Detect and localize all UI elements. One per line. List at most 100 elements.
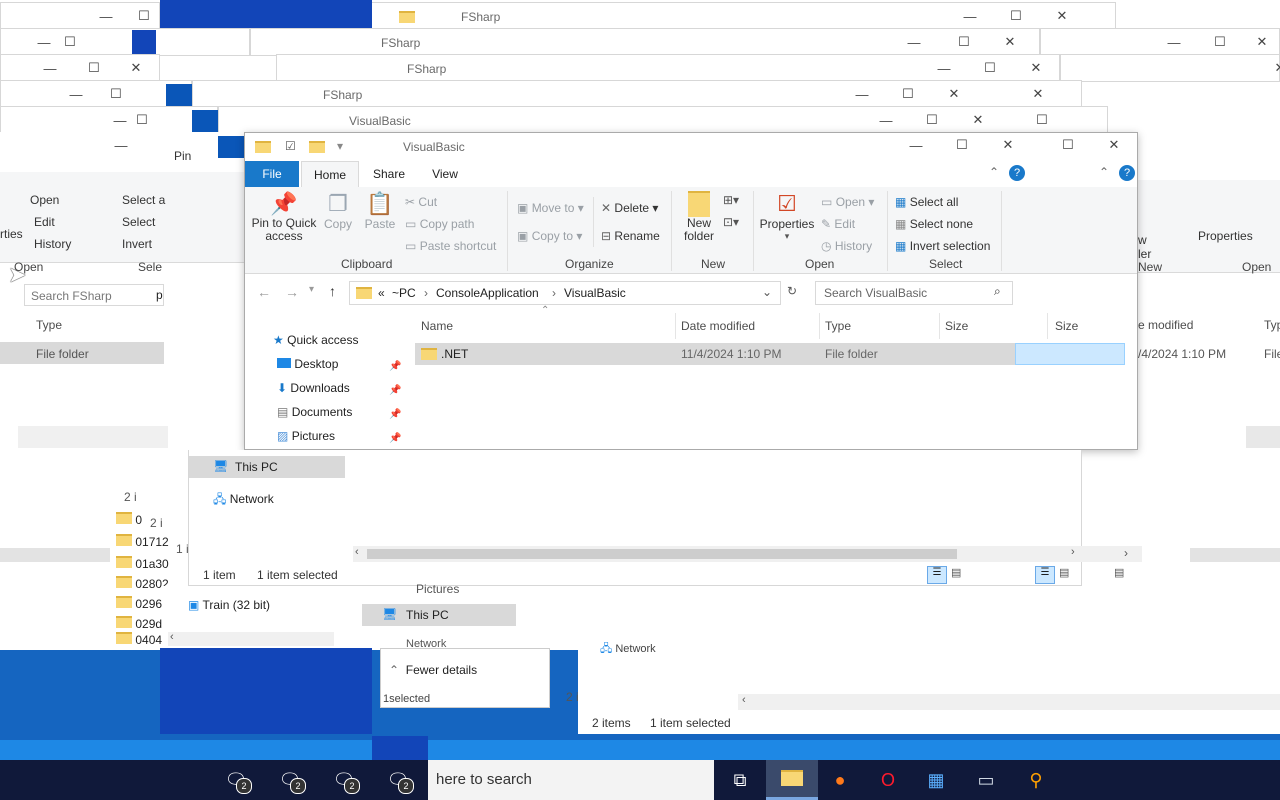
nav-desktop[interactable]: Desktop [277, 357, 338, 371]
minimize-icon[interactable]: — [891, 35, 937, 50]
breadcrumb-overflow[interactable]: « [378, 286, 385, 300]
maximize-icon[interactable]: ☐ [1197, 34, 1243, 50]
help-icon[interactable]: ? [1009, 165, 1025, 181]
properties-button[interactable]: ☑ Properties ▾ [759, 191, 815, 255]
minimize-icon[interactable]: — [98, 138, 144, 153]
close-icon[interactable]: ✕ [1039, 8, 1085, 24]
close-icon[interactable]: ✕ [931, 86, 977, 102]
close-icon[interactable]: ✕ [1013, 60, 1059, 76]
nav-pictures[interactable]: ▨ Pictures [277, 429, 335, 443]
nav-train-32[interactable]: ▣ Train (32 bit) [188, 598, 270, 612]
list-item[interactable]: 02802 [116, 576, 169, 591]
taskbar-message-app[interactable]: 🗨 2 [264, 760, 316, 800]
tab-home[interactable]: Home [301, 161, 359, 188]
new-item-icon[interactable]: ⊞▾ [723, 193, 739, 207]
minimize-icon[interactable]: — [839, 87, 885, 102]
back-button[interactable]: ← [257, 284, 271, 300]
minimize-button[interactable]: — [893, 138, 939, 153]
close-button-2[interactable]: ✕ [1091, 137, 1137, 153]
nav-downloads[interactable]: ⬇ Downloads [277, 381, 350, 395]
paste-shortcut-button[interactable]: ▭ Paste shortcut [405, 239, 496, 253]
close-icon[interactable]: ✕ [1239, 34, 1280, 50]
close-icon[interactable]: ✕ [1015, 86, 1061, 102]
pin-icon[interactable]: 📌 [389, 361, 401, 372]
ghost-open-button[interactable]: Open [30, 193, 59, 207]
minimize-icon[interactable]: — [27, 61, 73, 76]
breadcrumb-consoleapplication[interactable]: ConsoleApplication [436, 286, 539, 300]
ghost-history-button[interactable]: History [34, 237, 71, 251]
properties-quick-icon[interactable]: ☑ [285, 139, 296, 153]
nav-this-pc[interactable]: 🖥 This PC [189, 456, 345, 478]
minimize-icon[interactable]: — [1151, 35, 1197, 50]
fewer-details-button[interactable]: ⌃ Fewer details [389, 663, 477, 677]
column-size[interactable]: Size [945, 319, 968, 333]
task-view-icon[interactable]: ⧉ [714, 760, 766, 800]
close-icon[interactable]: ✕ [987, 34, 1033, 50]
collapse-ribbon-icon[interactable]: ⌃ [989, 165, 999, 179]
minimize-icon[interactable]: — [863, 113, 909, 128]
scroll-right-icon[interactable]: › [1124, 546, 1128, 560]
maximize-button[interactable]: ☐ [939, 137, 985, 153]
breadcrumb-visualbasic[interactable]: VisualBasic [564, 286, 626, 300]
ghost-select-button[interactable]: Select [122, 215, 155, 229]
ghost-properties-button[interactable]: Properties [1198, 229, 1253, 243]
scrollbar-thumb[interactable] [367, 549, 957, 559]
list-item[interactable]: 02966 [116, 596, 169, 611]
file-explorer-taskbar-icon[interactable] [766, 760, 818, 800]
pin-to-quick-access-button[interactable]: 📌 Pin to Quick access [251, 191, 317, 255]
nav-documents[interactable]: ▤ Documents [277, 405, 352, 419]
open-button[interactable]: ▭ Open ▾ [821, 195, 874, 209]
taskbar-message-app[interactable]: 🗨 2 [210, 760, 262, 800]
taskbar-search-input[interactable]: here to search [428, 760, 714, 800]
maximize-icon[interactable]: ☐ [1019, 112, 1065, 128]
ghost-search-box[interactable]: Search FSharp [24, 284, 164, 306]
tab-share[interactable]: Share [369, 161, 409, 187]
network-label[interactable]: 🖧 Network [600, 640, 656, 659]
scroll-left-icon[interactable]: ‹ [742, 694, 746, 706]
ghost-edit-button[interactable]: Edit [34, 215, 55, 229]
select-all-button[interactable]: ▦ Select all [895, 195, 958, 209]
list-item[interactable]: 01712 [116, 534, 169, 549]
forward-button[interactable]: → [285, 284, 299, 300]
maximize-icon[interactable]: ☐ [909, 112, 955, 128]
store-icon[interactable]: ▦ [910, 760, 962, 800]
invert-selection-button[interactable]: ▦ Invert selection [895, 239, 990, 253]
copy-to-button[interactable]: ▣ Copy to ▾ [517, 229, 582, 243]
ghost-type-col[interactable]: Type [36, 318, 62, 332]
maximize-icon[interactable]: ☐ [941, 34, 987, 50]
minimize-icon[interactable]: — [921, 61, 967, 76]
details-view-icon-2[interactable]: ☰ [1035, 566, 1055, 584]
list-item[interactable]: 01a30 [116, 556, 169, 571]
refresh-icon[interactable]: ↻ [787, 284, 797, 298]
nav-this-pc-2[interactable]: 🖥 This PC [362, 604, 516, 626]
scroll-left-icon[interactable]: ‹ [170, 631, 174, 643]
column-type[interactable]: Type [825, 319, 851, 333]
maximize-icon[interactable]: ☐ [885, 86, 931, 102]
horizontal-scrollbar[interactable]: ‹ › [353, 546, 1083, 562]
ghost-type-col[interactable]: Typ [1264, 318, 1280, 332]
close-icon[interactable]: ✕ [1257, 60, 1280, 76]
copy-button[interactable]: ❐ Copy [321, 191, 355, 251]
customize-quick-access-icon[interactable]: ▾ [337, 139, 343, 153]
copy-path-button[interactable]: ▭ Copy path [405, 217, 474, 231]
pin-icon[interactable]: 📌 [389, 409, 401, 420]
recent-locations-icon[interactable]: ▾ [309, 284, 314, 295]
taskbar-message-app[interactable]: 🗨 2 [372, 760, 424, 800]
close-icon[interactable]: ✕ [955, 112, 1001, 128]
magnifier-app-icon[interactable]: ⚲ [1010, 760, 1062, 800]
nav-network[interactable]: 🖧 Network [213, 490, 274, 511]
table-row[interactable]: .NET 11/4/2024 1:10 PM File folder [415, 343, 1015, 365]
chevron-down-icon[interactable]: ⌄ [762, 285, 772, 299]
new-folder-quick-icon[interactable] [309, 141, 325, 153]
scroll-left-icon[interactable]: ‹ [355, 546, 359, 558]
delete-button[interactable]: ✕ Delete ▾ [601, 201, 658, 215]
nav-quick-access[interactable]: ★ Quick access [273, 333, 358, 347]
pin-icon[interactable]: 📌 [389, 433, 401, 444]
close-icon[interactable]: ✕ [113, 60, 159, 76]
app-window-icon[interactable]: ▭ [960, 760, 1012, 800]
address-bar[interactable]: « ~PC › ConsoleApplication › VisualBasic… [349, 281, 781, 305]
column-name[interactable]: Name [421, 319, 453, 333]
pin-icon[interactable]: 📌 [389, 385, 401, 396]
column-size-2[interactable]: Size [1055, 319, 1078, 333]
maximize-button-2[interactable]: ☐ [1045, 137, 1091, 153]
